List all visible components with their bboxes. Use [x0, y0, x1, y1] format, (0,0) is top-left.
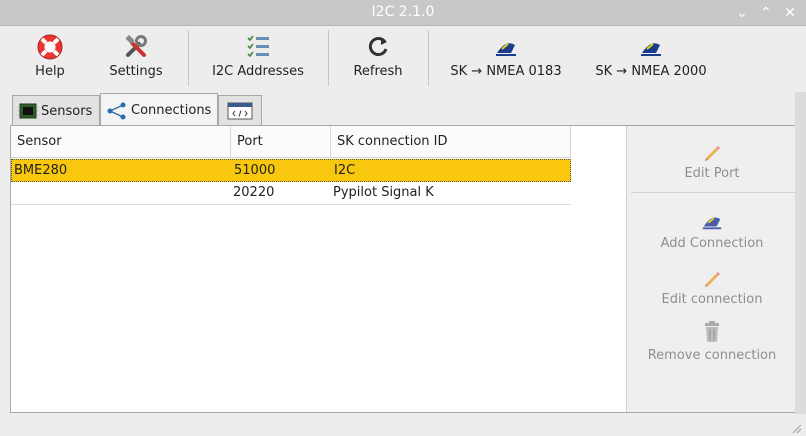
checklist-icon: [206, 32, 310, 62]
remove-connection-label: Remove connection: [647, 348, 777, 363]
signalk-icon: [590, 32, 712, 62]
column-header-port[interactable]: Port: [231, 126, 331, 158]
share-icon: [105, 101, 129, 121]
action-sidebar: Edit Port Add Connection Edit connection…: [627, 126, 801, 412]
resize-grip-icon[interactable]: [790, 422, 802, 434]
sk-nmea0183-button[interactable]: SK → NMEA 0183: [446, 26, 566, 92]
edit-connection-button[interactable]: Edit connection: [627, 262, 797, 307]
toolbar-separator: [428, 30, 429, 86]
tab-connections-label: Connections: [131, 103, 212, 118]
lifebuoy-icon: [22, 32, 78, 62]
sk-nmea2000-button[interactable]: SK → NMEA 2000: [590, 26, 712, 92]
refresh-button[interactable]: Refresh: [346, 26, 410, 92]
toolbar: Help Settings I2C Addresses Refresh SK →…: [0, 26, 806, 92]
tab-sensors[interactable]: Sensors: [12, 95, 100, 126]
cell-port: 20220: [233, 185, 275, 200]
help-button[interactable]: Help: [22, 26, 78, 92]
settings-label: Settings: [109, 64, 163, 79]
tab-code[interactable]: [218, 95, 262, 126]
tab-sensors-label: Sensors: [41, 103, 93, 119]
chip-icon: [17, 102, 39, 120]
sk-nmea0183-label: SK → NMEA 0183: [450, 64, 562, 79]
refresh-label: Refresh: [353, 64, 403, 79]
maximize-icon[interactable]: ⌃: [756, 3, 776, 23]
code-icon: [227, 102, 253, 120]
add-connection-button[interactable]: Add Connection: [627, 206, 797, 251]
trash-icon: [627, 318, 797, 344]
cell-sk-connection-id: I2C: [334, 163, 356, 178]
app-window: I2C 2.1.0 ⌄ ⌃ ✕ Help Settings I2C Addres…: [0, 0, 806, 436]
window-title: I2C 2.1.0: [371, 4, 435, 20]
table-row[interactable]: BME280 51000 I2C: [11, 159, 571, 182]
remove-connection-button[interactable]: Remove connection: [627, 318, 797, 363]
column-header-sk-connection-id[interactable]: SK connection ID: [331, 126, 571, 158]
signalk-icon: [446, 32, 566, 62]
connections-panel: Sensor Port SK connection ID BME280 5100…: [10, 125, 802, 413]
cell-sensor: BME280: [14, 163, 68, 178]
cell-port: 51000: [234, 163, 276, 178]
tab-connections[interactable]: Connections: [100, 93, 218, 127]
i2c-addresses-button[interactable]: I2C Addresses: [206, 26, 310, 92]
sk-nmea2000-label: SK → NMEA 2000: [595, 64, 707, 79]
cell-sk-connection-id: Pypilot Signal K: [333, 185, 434, 200]
tools-icon: [104, 32, 168, 62]
table-header: Sensor Port SK connection ID: [11, 126, 571, 158]
column-header-sensor[interactable]: Sensor: [11, 126, 231, 158]
settings-button[interactable]: Settings: [104, 26, 168, 92]
minimize-icon[interactable]: ⌄: [732, 3, 752, 23]
title-bar: I2C 2.1.0 ⌄ ⌃ ✕: [0, 0, 806, 26]
sidebar-divider: [631, 192, 795, 193]
connections-table: Sensor Port SK connection ID BME280 5100…: [11, 126, 627, 412]
add-connection-label: Add Connection: [660, 236, 764, 251]
bottom-bar: [0, 414, 806, 436]
pencil-icon: [627, 136, 797, 162]
toolbar-separator: [188, 30, 189, 86]
i2c-addresses-label: I2C Addresses: [212, 64, 304, 79]
vertical-scrollbar[interactable]: [795, 92, 806, 422]
tab-bar: Sensors Connections: [0, 92, 806, 127]
close-icon[interactable]: ✕: [780, 3, 800, 23]
help-label: Help: [35, 64, 65, 79]
pencil-icon: [627, 262, 797, 288]
edit-port-button[interactable]: Edit Port: [627, 136, 797, 181]
signalk-icon: [627, 206, 797, 232]
edit-port-label: Edit Port: [684, 166, 740, 181]
toolbar-separator: [328, 30, 329, 86]
edit-connection-label: Edit connection: [661, 292, 763, 307]
refresh-icon: [346, 32, 410, 62]
table-row[interactable]: 20220 Pypilot Signal K: [11, 182, 571, 205]
